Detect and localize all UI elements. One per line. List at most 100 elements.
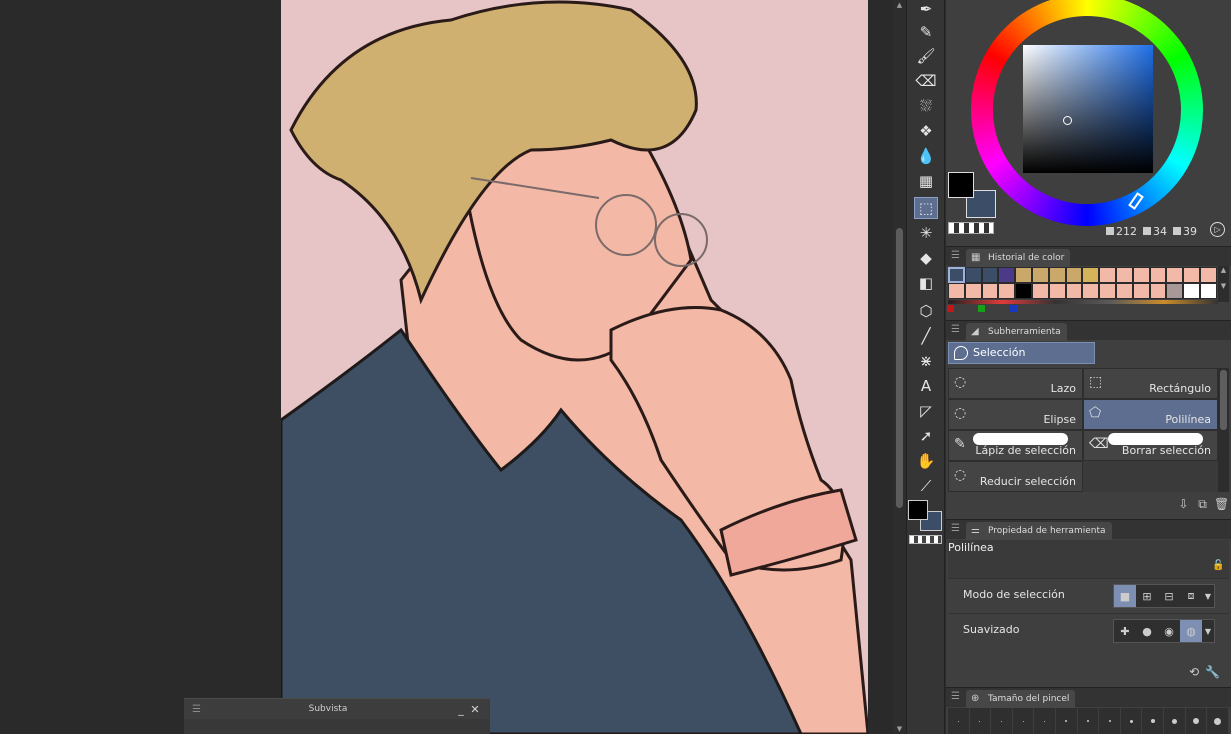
- color-history-swatch[interactable]: [1099, 283, 1116, 299]
- color-history-swatch[interactable]: [1199, 267, 1217, 283]
- grip-icon[interactable]: ☰: [951, 324, 960, 335]
- subview-titlebar[interactable]: ☰ Subvista _ ✕: [184, 699, 490, 719]
- value-value[interactable]: 39: [1173, 225, 1197, 238]
- hand-tool-icon[interactable]: ✋: [914, 450, 938, 472]
- brush-size-preset[interactable]: [970, 708, 992, 734]
- color-history-swatch[interactable]: [1115, 283, 1133, 299]
- color-history-swatch[interactable]: [1132, 283, 1150, 299]
- color-history-swatch[interactable]: [1099, 267, 1116, 283]
- scroll-down-icon[interactable]: ▼: [893, 724, 906, 734]
- fill-tool-icon[interactable]: ◆: [914, 247, 938, 269]
- line-tool-icon[interactable]: ╱: [914, 325, 938, 347]
- chevron-down-icon[interactable]: ▼: [1202, 585, 1214, 607]
- color-history-swatch[interactable]: [1183, 267, 1200, 283]
- color-history-swatch[interactable]: [1149, 283, 1167, 299]
- color-history-scrollbar[interactable]: ▲ ▼: [1218, 266, 1229, 302]
- smoothing-mid-icon[interactable]: ◉: [1158, 620, 1180, 642]
- text-tool-icon[interactable]: A: [914, 375, 938, 397]
- gradient-tool-icon[interactable]: ◧: [914, 272, 938, 294]
- subtract-selection-icon[interactable]: ⊟: [1158, 585, 1180, 607]
- wrench-icon[interactable]: 🔧: [1205, 665, 1220, 679]
- tab-subtool[interactable]: ◢ Subherramienta: [966, 323, 1067, 341]
- brush-size-preset[interactable]: [1186, 708, 1208, 734]
- color-history-swatch[interactable]: [1166, 267, 1184, 283]
- saturation-value[interactable]: 34: [1143, 225, 1167, 238]
- tab-color-history[interactable]: ▦ Historial de color: [966, 249, 1071, 267]
- subtool-erase-selection[interactable]: ⌫ Borrar selección: [1083, 430, 1218, 461]
- color-history-swatch[interactable]: [1115, 267, 1133, 283]
- brush-size-preset[interactable]: [1013, 708, 1035, 734]
- new-selection-icon[interactable]: ■: [1114, 585, 1136, 607]
- color-history-swatch[interactable]: [981, 283, 999, 299]
- color-history-swatch[interactable]: [1048, 267, 1066, 283]
- reset-icon[interactable]: ⟲: [1189, 665, 1199, 679]
- brush-size-preset[interactable]: [1164, 708, 1186, 734]
- saturation-value-square[interactable]: [1023, 45, 1153, 173]
- grip-icon[interactable]: ☰: [192, 704, 202, 715]
- lock-icon[interactable]: 🔓: [1212, 560, 1224, 571]
- intersect-selection-icon[interactable]: ⧈: [1180, 585, 1202, 607]
- brush-size-preset[interactable]: [1142, 708, 1165, 734]
- artwork-canvas[interactable]: [281, 0, 868, 734]
- color-history-swatch[interactable]: [1149, 267, 1167, 283]
- pen-tool-icon[interactable]: ✒: [914, 0, 938, 20]
- color-history-swatch[interactable]: [981, 267, 999, 283]
- sv-cursor-icon[interactable]: [1063, 116, 1072, 125]
- import-icon[interactable]: ⇩: [1176, 497, 1191, 512]
- ruler-tool-icon[interactable]: ⋇: [914, 350, 938, 372]
- close-button[interactable]: ✕: [468, 703, 482, 716]
- subtool-ellipse[interactable]: ◌ Elipse: [948, 399, 1083, 430]
- brush-size-preset[interactable]: [1099, 708, 1121, 734]
- operation-tool-icon[interactable]: ➚: [914, 425, 938, 447]
- color-history-swatch[interactable]: [1015, 283, 1032, 299]
- grip-icon[interactable]: ☰: [951, 250, 960, 261]
- eraser-tool-icon[interactable]: ⌫: [914, 70, 938, 92]
- brush-size-preset[interactable]: [1121, 708, 1143, 734]
- color-mode-button[interactable]: ▷: [1210, 222, 1225, 237]
- transparent-color-swatch[interactable]: [909, 535, 942, 544]
- color-history-swatch[interactable]: [964, 283, 982, 299]
- pencil-tool-icon[interactable]: ✎: [914, 21, 938, 43]
- color-history-swatch[interactable]: [1082, 283, 1100, 299]
- brush-size-preset[interactable]: [1207, 708, 1229, 734]
- color-history-swatch[interactable]: [1065, 267, 1083, 283]
- tab-tool-property[interactable]: ⚌ Propiedad de herramienta: [966, 522, 1112, 540]
- grip-icon[interactable]: ☰: [951, 523, 960, 534]
- subtool-rectangle[interactable]: ⬚ Rectángulo: [1083, 368, 1218, 399]
- frame-tool-icon[interactable]: ◸: [914, 400, 938, 422]
- panel-transparent-swatch[interactable]: [948, 222, 994, 234]
- color-history-swatch[interactable]: [1048, 283, 1066, 299]
- mesh-tool-icon[interactable]: ▦: [914, 170, 938, 192]
- selection-tool-icon[interactable]: ⬚: [914, 197, 938, 219]
- color-history-swatch[interactable]: [1199, 283, 1217, 299]
- scroll-thumb[interactable]: [1220, 370, 1227, 430]
- decoration-tool-icon[interactable]: ❖: [914, 120, 938, 142]
- color-history-swatch[interactable]: [998, 283, 1016, 299]
- brush-size-preset[interactable]: [948, 708, 970, 734]
- scroll-up-icon[interactable]: ▲: [893, 0, 906, 10]
- color-history-swatch[interactable]: [1031, 283, 1049, 299]
- color-history-swatch[interactable]: [1065, 283, 1083, 299]
- scroll-thumb[interactable]: [896, 228, 903, 508]
- subtool-shrink-selection[interactable]: ◌ Reducir selección: [948, 461, 1083, 492]
- color-history-swatch[interactable]: [948, 267, 965, 283]
- auto-select-tool-icon[interactable]: ✳: [914, 222, 938, 244]
- color-history-swatch[interactable]: [964, 267, 982, 283]
- subtool-group-selection[interactable]: Selección: [948, 342, 1095, 364]
- hue-value[interactable]: 212: [1106, 225, 1137, 238]
- smoothing-low-icon[interactable]: ●: [1136, 620, 1158, 642]
- subtool-scrollbar[interactable]: [1218, 368, 1229, 492]
- 3d-tool-icon[interactable]: ⬡: [914, 300, 938, 322]
- main-color-swatch[interactable]: [908, 500, 928, 520]
- subtool-lasso[interactable]: ◌ Lazo: [948, 368, 1083, 399]
- brush-size-preset[interactable]: [1034, 708, 1057, 734]
- brush-size-preset[interactable]: [1078, 708, 1100, 734]
- grip-icon[interactable]: ☰: [951, 691, 960, 702]
- color-history-swatch[interactable]: [1166, 283, 1184, 299]
- smoothing-high-icon[interactable]: ◍: [1180, 620, 1202, 642]
- color-history-swatch[interactable]: [1031, 267, 1049, 283]
- chevron-down-icon[interactable]: ▼: [1202, 620, 1214, 642]
- duplicate-icon[interactable]: ⧉: [1195, 497, 1210, 512]
- panel-main-color-swatch[interactable]: [948, 172, 974, 198]
- color-history-swatch[interactable]: [1132, 267, 1150, 283]
